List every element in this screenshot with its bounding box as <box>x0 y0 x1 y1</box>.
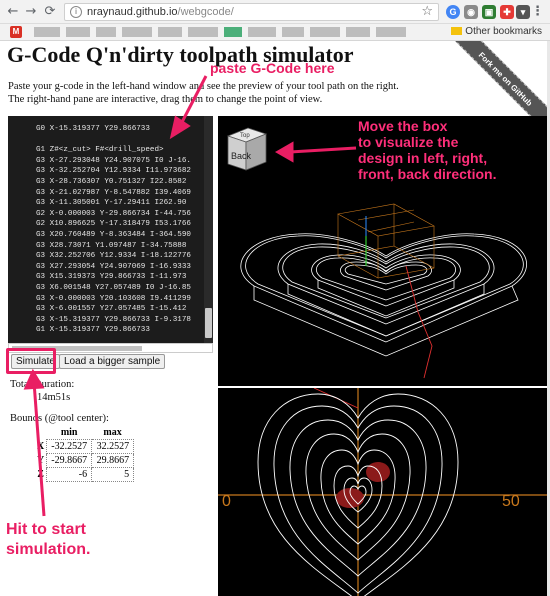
hit-annotation: Hit to start simulation. <box>6 521 91 558</box>
annotation-arrows <box>23 75 357 517</box>
paste-annotation: paste G-Code here <box>210 60 335 76</box>
hit-arrow-head <box>23 368 45 390</box>
move-annotation: Move the box to visualize the design in … <box>358 118 497 182</box>
paste-arrow-head <box>169 115 191 140</box>
paste-arrow <box>178 75 208 127</box>
move-arrow <box>289 146 357 154</box>
move-arrow-head <box>274 141 294 163</box>
hit-arrow <box>32 381 46 517</box>
